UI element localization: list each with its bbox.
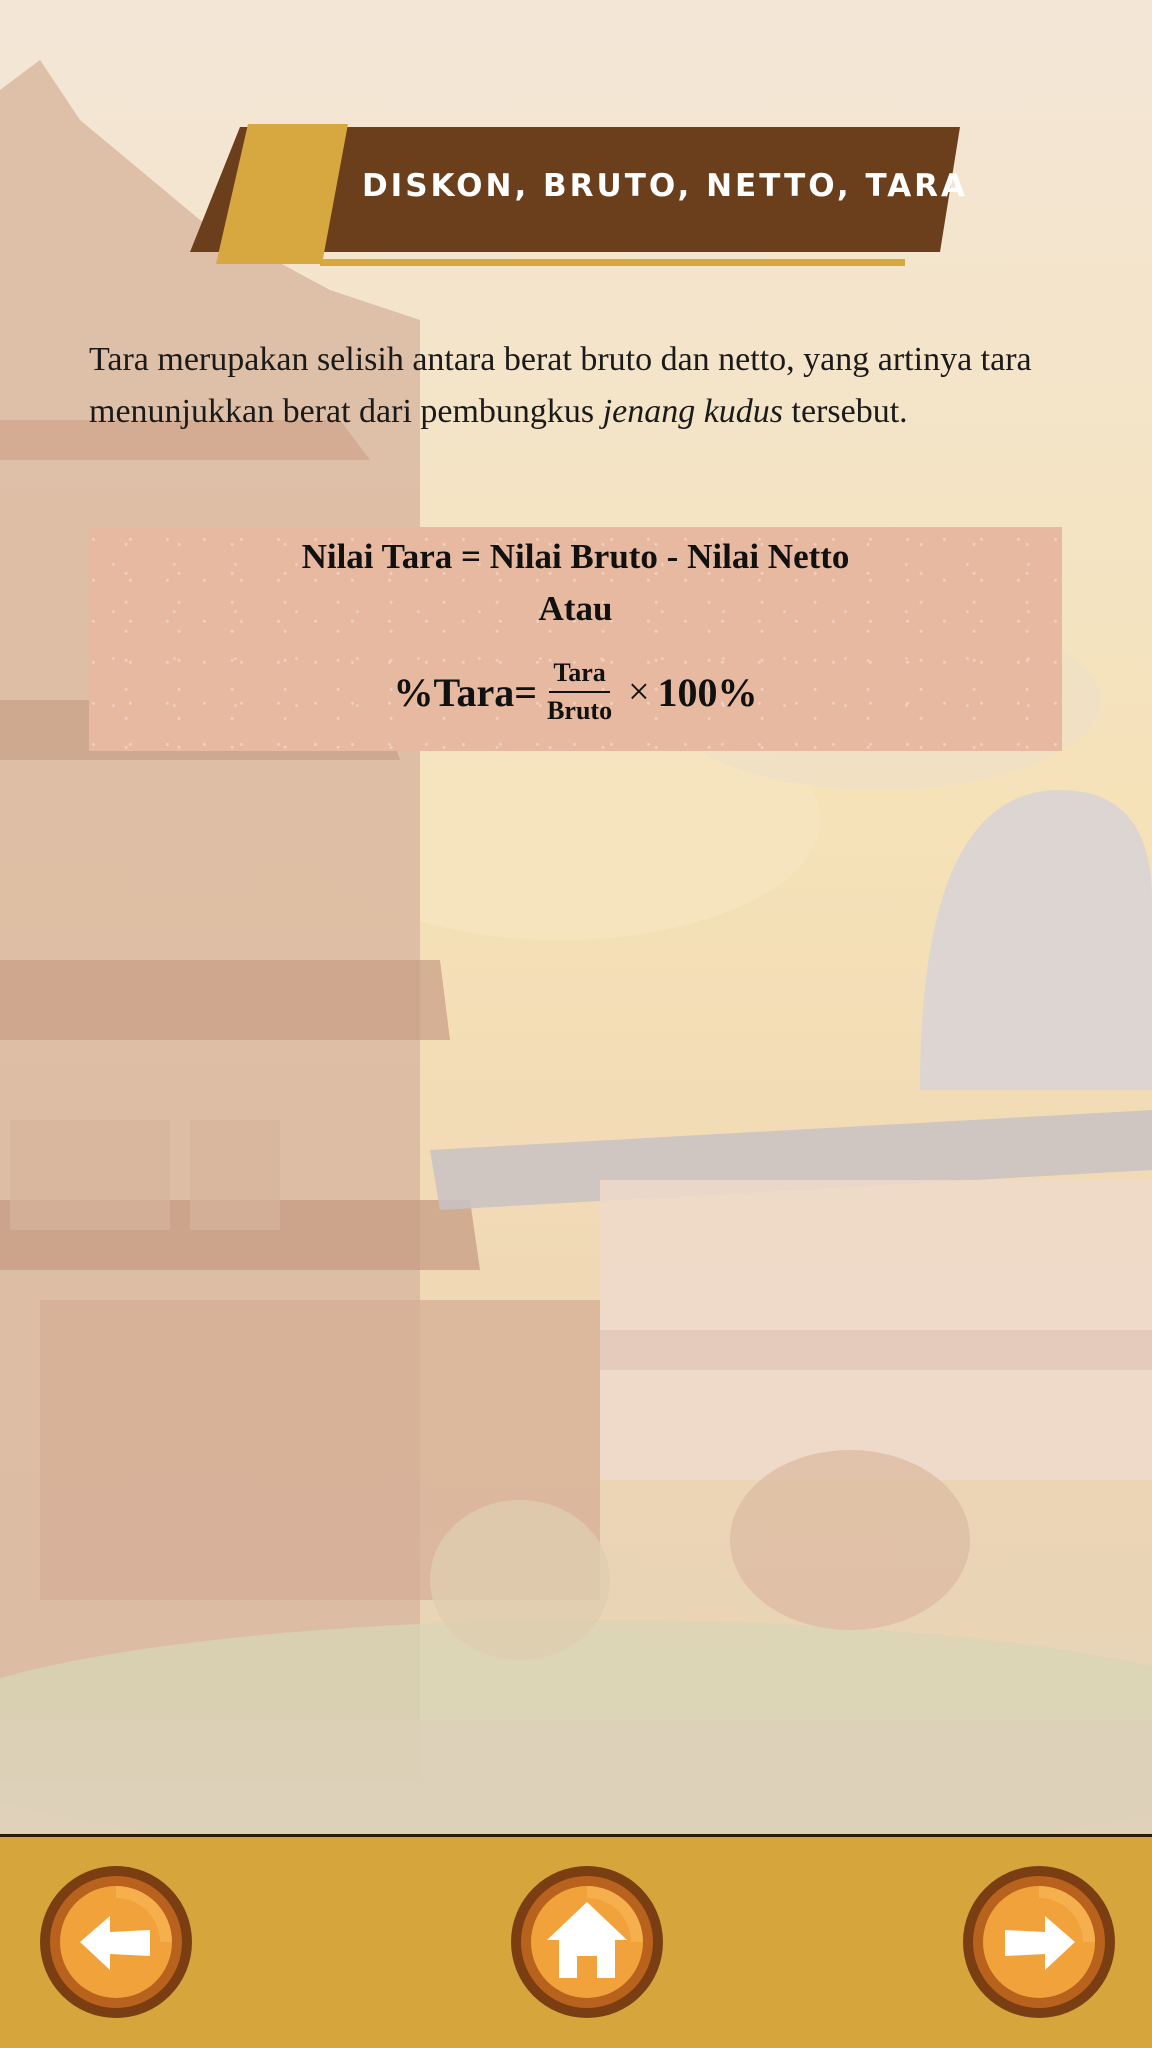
bottom-nav-bar <box>0 1834 1152 2048</box>
formula-or-label: Atau <box>538 589 613 628</box>
formula-tara-difference: Nilai Tara = Nilai Bruto - Nilai Netto <box>301 537 850 576</box>
fraction-denominator: Bruto <box>547 696 613 725</box>
home-icon <box>511 1866 663 2018</box>
description-paragraph: Tara merupakan selisih antara berat brut… <box>89 334 1049 438</box>
formula-rhs: 100% <box>657 669 758 715</box>
previous-button[interactable] <box>38 1864 194 2020</box>
formula-fraction: Tara Bruto <box>543 657 616 727</box>
paragraph-text-italic: jenang kudus <box>602 393 784 430</box>
arrow-left-icon <box>40 1866 192 2018</box>
formula-box: Nilai Tara = Nilai Bruto - Nilai Netto A… <box>89 527 1062 751</box>
formula-tara-percent: %Tara= Tara Bruto × 100% <box>89 649 1062 735</box>
paragraph-text-end: tersebut. <box>783 393 908 430</box>
formula-times: × <box>628 671 650 713</box>
fraction-numerator: Tara <box>549 657 610 693</box>
background-illustration <box>0 0 1152 1834</box>
next-button[interactable] <box>961 1864 1117 2020</box>
home-button[interactable] <box>509 1864 665 2020</box>
background-scene <box>0 0 1152 1834</box>
formula-lhs: %Tara= <box>393 669 538 715</box>
title-banner: DISKON, BRUTO, NETTO, TARA <box>190 124 970 270</box>
arrow-right-icon <box>963 1866 1115 2018</box>
page-title: DISKON, BRUTO, NETTO, TARA <box>361 168 969 204</box>
